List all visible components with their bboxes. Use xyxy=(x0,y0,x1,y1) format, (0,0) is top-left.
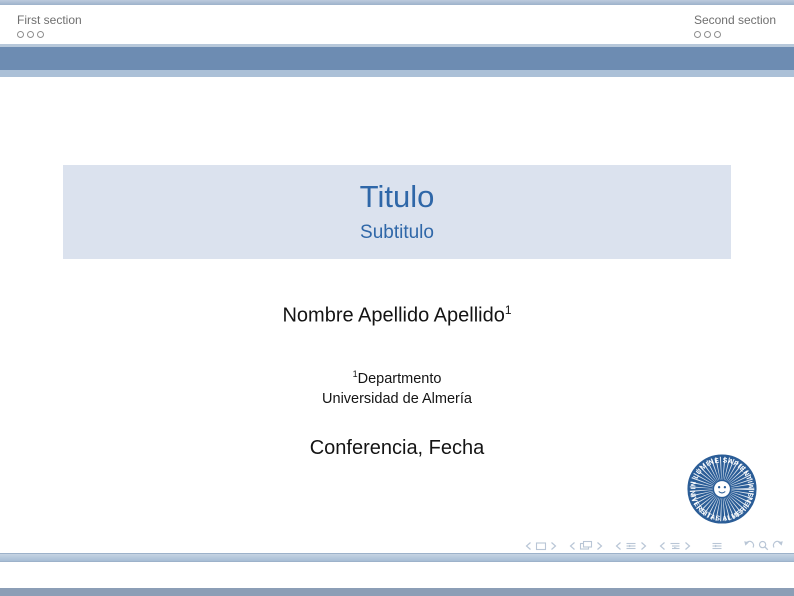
header-section-first[interactable]: First section xyxy=(17,13,82,38)
beamer-navigation-bar xyxy=(525,539,784,552)
slide-dot[interactable] xyxy=(37,31,44,38)
section-icon[interactable] xyxy=(625,541,637,551)
title-block: Titulo Subtitulo xyxy=(63,165,731,259)
conference-date: Conferencia, Fecha xyxy=(0,437,794,460)
second-section-label[interactable]: Second section xyxy=(694,13,776,28)
institute-department: Departmento xyxy=(358,370,442,386)
slide-dot[interactable] xyxy=(714,31,721,38)
prev-subsection-icon[interactable] xyxy=(659,541,666,551)
search-icon[interactable] xyxy=(758,540,769,551)
seal-face-eye xyxy=(724,486,726,488)
go-back-icon[interactable] xyxy=(743,540,755,551)
institute-university: Universidad de Almería xyxy=(0,389,794,410)
university-seal-logo: IN LUMINE SAPIENTIA UNIVERSITAS ALMERIEN… xyxy=(686,453,758,525)
institute-department-line: 1Departmento xyxy=(0,364,794,390)
slide-dot[interactable] xyxy=(17,31,24,38)
first-section-slide-dots xyxy=(17,31,82,38)
header-bar-light xyxy=(0,70,794,77)
bottom-bar xyxy=(0,588,794,596)
slide-subtitle: Subtitulo xyxy=(63,221,731,244)
prev-frame-icon[interactable] xyxy=(569,541,576,551)
seal-face-eye xyxy=(718,486,720,488)
frame-icon[interactable] xyxy=(579,540,593,551)
nav-appendix-group xyxy=(711,541,723,551)
author-name: Nombre Apellido Apellido1 xyxy=(0,298,794,328)
slide-dot[interactable] xyxy=(704,31,711,38)
author-block: Nombre Apellido Apellido1 1Departmento U… xyxy=(0,298,794,460)
next-subsection-icon[interactable] xyxy=(684,541,691,551)
nav-history-group xyxy=(743,540,784,551)
slide-icon[interactable] xyxy=(535,541,547,551)
slide-dot[interactable] xyxy=(694,31,701,38)
header-bar-main xyxy=(0,47,794,70)
next-frame-icon[interactable] xyxy=(596,541,603,551)
nav-slide-group xyxy=(525,541,557,551)
author-name-text: Nombre Apellido Apellido xyxy=(282,305,504,327)
appendix-icon[interactable] xyxy=(711,541,723,551)
slide-dot[interactable] xyxy=(27,31,34,38)
footer-band: Titulo corredero Universidad de Almería xyxy=(0,562,794,588)
header-section-bar: First section Second section xyxy=(0,5,794,44)
prev-section-icon[interactable] xyxy=(615,541,622,551)
nav-subsection-group xyxy=(659,541,691,551)
go-forward-icon[interactable] xyxy=(772,540,784,551)
author-footnote-mark: 1 xyxy=(505,303,512,317)
beamer-title-slide: First section Second section Titulo Subt… xyxy=(0,0,794,596)
second-section-slide-dots xyxy=(694,31,776,38)
footer-accent-strip xyxy=(0,553,794,562)
slide-title: Titulo xyxy=(63,178,731,216)
nav-frame-group xyxy=(569,540,603,551)
subsection-icon[interactable] xyxy=(669,541,681,551)
prev-slide-icon[interactable] xyxy=(525,541,532,551)
first-section-label[interactable]: First section xyxy=(17,13,82,28)
seal-sun-face xyxy=(714,481,730,497)
next-slide-icon[interactable] xyxy=(550,541,557,551)
nav-section-group xyxy=(615,541,647,551)
header-section-second[interactable]: Second section xyxy=(694,13,776,38)
next-section-icon[interactable] xyxy=(640,541,647,551)
institute-block: 1Departmento Universidad de Almería xyxy=(0,364,794,411)
